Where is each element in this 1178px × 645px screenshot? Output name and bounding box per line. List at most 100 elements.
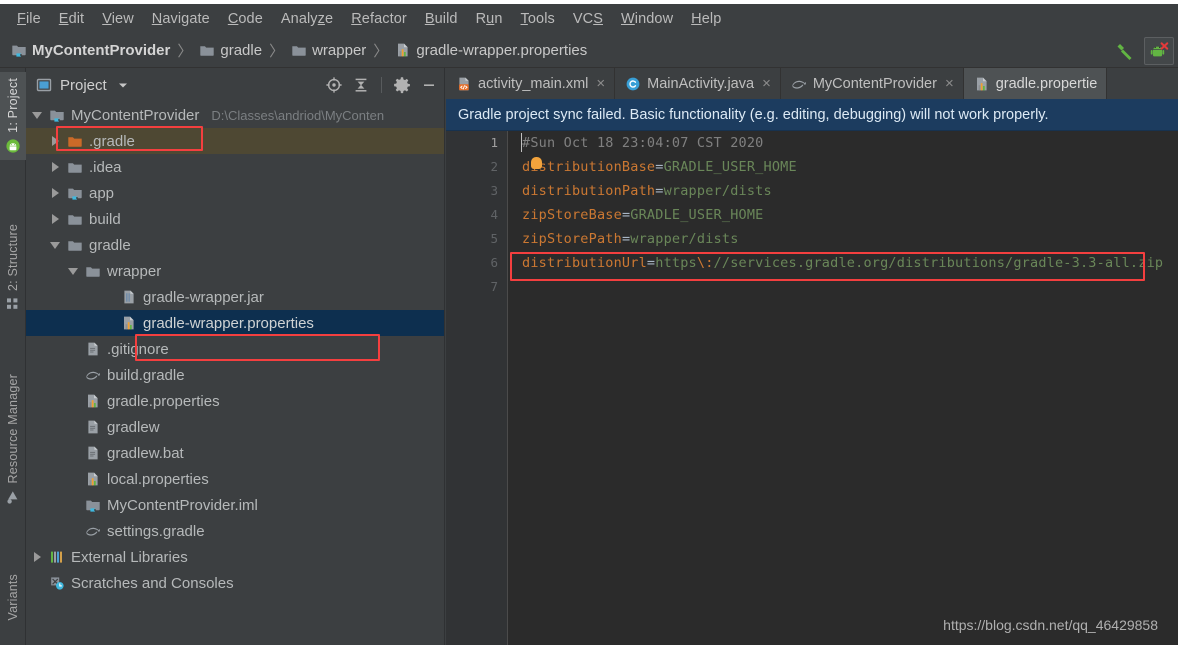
close-icon[interactable]: × bbox=[596, 75, 605, 92]
close-icon[interactable]: × bbox=[762, 75, 771, 92]
breadcrumb-label: gradle-wrapper.properties bbox=[416, 42, 587, 59]
tree-row-gradle-wrapper-jar[interactable]: gradle-wrapper.jar bbox=[26, 284, 444, 310]
editor-gutter: 1234567 bbox=[446, 131, 508, 645]
toolbar-divider bbox=[381, 77, 382, 93]
tree-spacer bbox=[32, 577, 44, 589]
chevron-down-icon[interactable] bbox=[116, 78, 130, 92]
navbar-actions bbox=[1110, 33, 1174, 68]
locate-target-icon[interactable] bbox=[325, 76, 343, 94]
chevron-down-icon[interactable] bbox=[68, 265, 80, 277]
android-head-icon bbox=[5, 138, 21, 154]
editor-area: activity_main.xml×MainActivity.java×MyCo… bbox=[446, 68, 1178, 645]
code-editor[interactable]: 1234567 #Sun Oct 18 23:04:07 CST 2020dis… bbox=[446, 131, 1178, 645]
minimize-icon[interactable] bbox=[420, 76, 438, 94]
menu-item-code[interactable]: Code bbox=[219, 9, 272, 29]
menu-item-view[interactable]: View bbox=[93, 9, 143, 29]
collapse-all-icon[interactable] bbox=[352, 76, 370, 94]
menu-item-run[interactable]: Run bbox=[467, 9, 512, 29]
tool-window-tab-label: 1: Project bbox=[6, 78, 20, 133]
tool-window-tab-resource-manager[interactable]: Resource Manager bbox=[0, 368, 26, 511]
code-line-3[interactable]: distributionPath=wrapper/dists bbox=[522, 179, 1178, 203]
tree-row-idea[interactable]: .idea bbox=[26, 154, 444, 180]
project-panel-title: Project bbox=[60, 77, 107, 94]
chevron-right-icon[interactable] bbox=[50, 161, 62, 173]
tool-window-tab-1-project[interactable]: 1: Project bbox=[0, 72, 26, 160]
menu-item-help[interactable]: Help bbox=[682, 9, 730, 29]
editor-tab-label: MyContentProvider bbox=[813, 76, 937, 92]
line-number: 3 bbox=[446, 179, 507, 203]
tree-row-gradle-properties[interactable]: gradle.properties bbox=[26, 388, 444, 414]
editor-tab-gradle-propertie[interactable]: gradle.propertie bbox=[964, 68, 1108, 99]
properties-file-icon bbox=[121, 315, 137, 331]
tree-spacer bbox=[104, 317, 116, 329]
editor-tab-activity-main-xml[interactable]: activity_main.xml× bbox=[446, 68, 615, 99]
menu-item-file[interactable]: File bbox=[8, 9, 50, 29]
gradle-file-icon bbox=[85, 367, 101, 383]
code-line-5[interactable]: zipStorePath=wrapper/dists bbox=[522, 227, 1178, 251]
tree-row-mycontentprovider[interactable]: MyContentProviderD:\Classes\andriod\MyCo… bbox=[26, 102, 444, 128]
menu-item-analyze[interactable]: Analyze bbox=[272, 9, 342, 29]
tree-row-external-libraries[interactable]: External Libraries bbox=[26, 544, 444, 570]
project-panel-actions bbox=[325, 68, 438, 102]
chevron-down-icon[interactable] bbox=[32, 109, 44, 121]
breadcrumb-item-1[interactable]: gradle bbox=[196, 40, 265, 61]
menu-item-navigate[interactable]: Navigate bbox=[143, 9, 219, 29]
close-icon[interactable]: × bbox=[945, 75, 954, 92]
editor-tab-mainactivity-java[interactable]: MainActivity.java× bbox=[615, 68, 781, 99]
code-line-2[interactable]: distributionBase=GRADLE_USER_HOME bbox=[522, 155, 1178, 179]
tree-row-label: wrapper bbox=[107, 263, 161, 280]
code-line-1[interactable]: #Sun Oct 18 23:04:07 CST 2020 bbox=[522, 131, 1178, 155]
scratches-icon bbox=[49, 575, 65, 591]
sync-failed-android-icon[interactable] bbox=[1144, 37, 1174, 65]
tree-row-gradle[interactable]: gradle bbox=[26, 232, 444, 258]
code-line-7[interactable] bbox=[522, 275, 1178, 299]
tree-row-app[interactable]: app bbox=[26, 180, 444, 206]
breadcrumb-separator: 〉 bbox=[265, 40, 288, 61]
gear-icon[interactable] bbox=[393, 76, 411, 94]
tree-row-gradle-wrapper-properties[interactable]: gradle-wrapper.properties bbox=[26, 310, 444, 336]
chevron-right-icon[interactable] bbox=[50, 187, 62, 199]
tree-row-scratches-and-consoles[interactable]: Scratches and Consoles bbox=[26, 570, 444, 596]
tree-row-build[interactable]: build bbox=[26, 206, 444, 232]
chevron-right-icon[interactable] bbox=[32, 551, 44, 563]
code-line-4[interactable]: zipStoreBase=GRADLE_USER_HOME bbox=[522, 203, 1178, 227]
tree-row-label: build.gradle bbox=[107, 367, 185, 384]
folder-icon bbox=[199, 42, 215, 58]
menu-item-refactor[interactable]: Refactor bbox=[342, 9, 416, 29]
text-file-icon bbox=[85, 445, 101, 461]
breadcrumb-item-3[interactable]: gradle-wrapper.properties bbox=[392, 40, 590, 61]
menu-item-vcs[interactable]: VCS bbox=[564, 9, 612, 29]
breadcrumb-label: gradle bbox=[220, 42, 262, 59]
editor-tab-mycontentprovider[interactable]: MyContentProvider × bbox=[781, 68, 964, 99]
chevron-right-icon[interactable] bbox=[50, 213, 62, 225]
tree-row-mycontentprovider-iml[interactable]: MyContentProvider.iml bbox=[26, 492, 444, 518]
editor-code-lines[interactable]: #Sun Oct 18 23:04:07 CST 2020distributio… bbox=[509, 131, 1178, 645]
menu-item-tools[interactable]: Tools bbox=[512, 9, 564, 29]
intention-bulb-icon[interactable] bbox=[531, 157, 542, 169]
project-file-tree[interactable]: MyContentProviderD:\Classes\andriod\MyCo… bbox=[26, 102, 444, 645]
build-hammer-icon[interactable] bbox=[1110, 37, 1140, 65]
tool-window-tab-2-structure[interactable]: 2: Structure bbox=[0, 218, 26, 318]
tool-window-tab-label: 2: Structure bbox=[6, 224, 20, 291]
tree-spacer bbox=[68, 473, 80, 485]
tree-row-gradle[interactable]: .gradle bbox=[26, 128, 444, 154]
tree-row-settings-gradle[interactable]: settings.gradle bbox=[26, 518, 444, 544]
tool-window-tab-variants[interactable]: Variants bbox=[0, 568, 26, 627]
tree-row-label: gradle-wrapper.properties bbox=[143, 315, 314, 332]
chevron-down-icon[interactable] bbox=[50, 239, 62, 251]
menu-item-edit[interactable]: Edit bbox=[50, 9, 93, 29]
tree-row-gitignore[interactable]: .gitignore bbox=[26, 336, 444, 362]
menu-item-window[interactable]: Window bbox=[612, 9, 682, 29]
breadcrumb-item-0[interactable]: MyContentProvider bbox=[8, 40, 173, 61]
tree-row-local-properties[interactable]: local.properties bbox=[26, 466, 444, 492]
tree-row-gradlew[interactable]: gradlew bbox=[26, 414, 444, 440]
menu-item-build[interactable]: Build bbox=[416, 9, 467, 29]
tree-row-wrapper[interactable]: wrapper bbox=[26, 258, 444, 284]
xml-layout-file-icon bbox=[456, 76, 472, 92]
code-line-6[interactable]: distributionUrl=https\://services.gradle… bbox=[522, 251, 1178, 275]
tree-row-gradlew-bat[interactable]: gradlew.bat bbox=[26, 440, 444, 466]
chevron-right-icon[interactable] bbox=[50, 135, 62, 147]
tree-row-label: Scratches and Consoles bbox=[71, 575, 234, 592]
tree-row-build-gradle[interactable]: build.gradle bbox=[26, 362, 444, 388]
breadcrumb-item-2[interactable]: wrapper bbox=[288, 40, 369, 61]
